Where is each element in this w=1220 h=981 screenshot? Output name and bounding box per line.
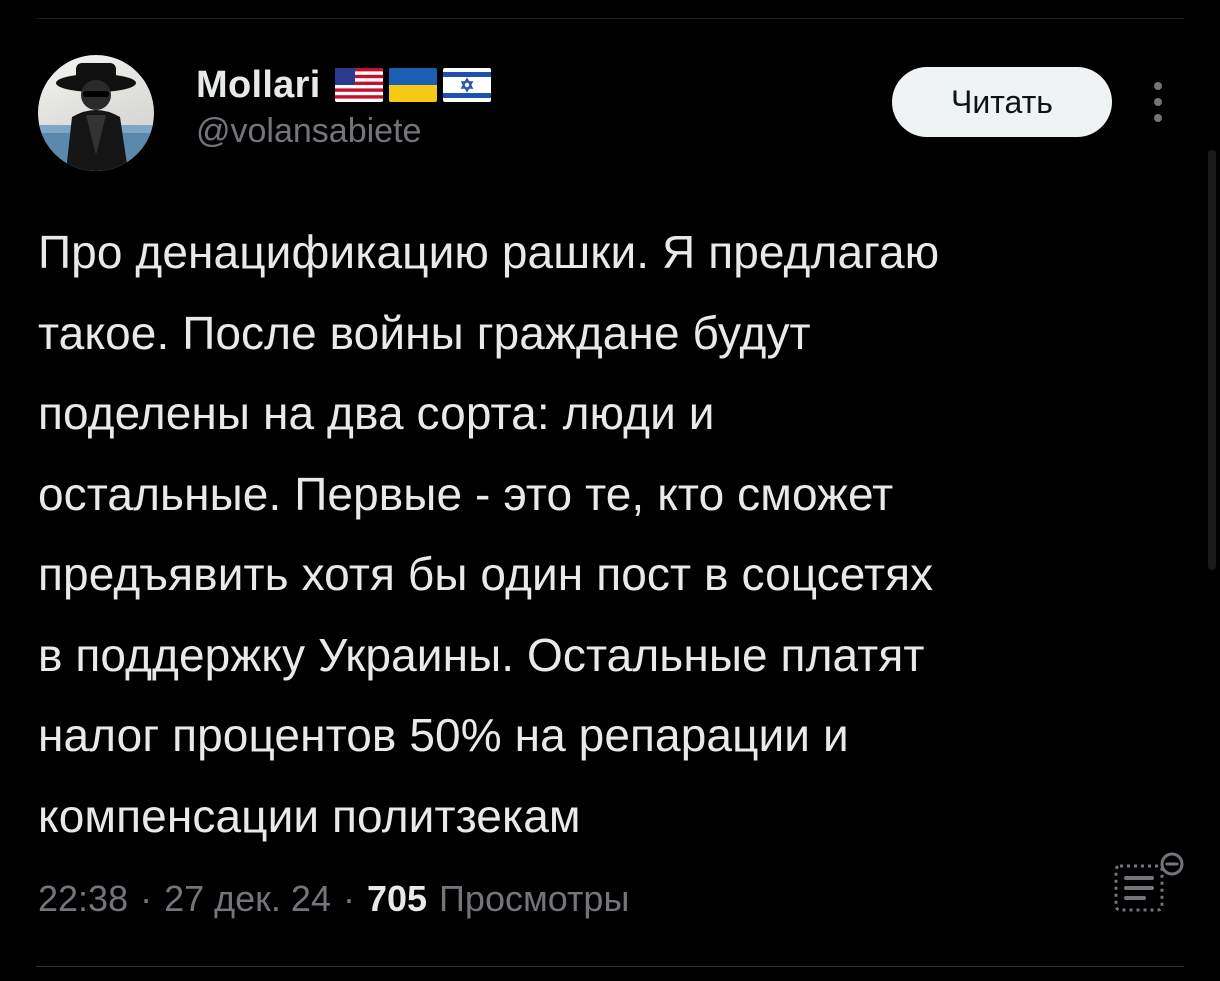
tweet-text: Про денацификацию рашки. Я предлагаю так… — [38, 226, 940, 842]
author-name[interactable]: Mollari — [196, 64, 321, 107]
meta-separator: · — [140, 878, 153, 919]
scrollbar[interactable] — [1208, 150, 1216, 570]
author-block: Mollari @volansabiete — [196, 60, 491, 151]
top-divider — [36, 18, 1184, 19]
flag-emojis — [334, 68, 491, 102]
tweet-time[interactable]: 22:38 — [38, 878, 128, 920]
views-label: Просмотры — [439, 878, 630, 919]
follow-button[interactable]: Читать — [892, 67, 1112, 137]
us-flag-icon — [334, 68, 383, 102]
bottom-divider — [36, 966, 1184, 967]
author-name-row: Mollari — [196, 60, 491, 110]
ukraine-flag-icon — [388, 68, 437, 102]
avatar-image — [38, 63, 154, 171]
author-handle[interactable]: @volansabiete — [196, 112, 491, 151]
tweet-meta: 22:38 · 27 дек. 24 · 705 Просмотры — [38, 878, 629, 920]
israel-flag-icon — [442, 68, 491, 102]
meta-separator: · — [342, 878, 355, 919]
avatar[interactable] — [38, 55, 154, 171]
post-analytics-icon[interactable] — [1112, 852, 1188, 916]
tweet-date[interactable]: 27 дек. 24 — [164, 878, 331, 920]
more-vertical-icon[interactable] — [1146, 82, 1170, 122]
views-count: 705 — [366, 878, 428, 919]
